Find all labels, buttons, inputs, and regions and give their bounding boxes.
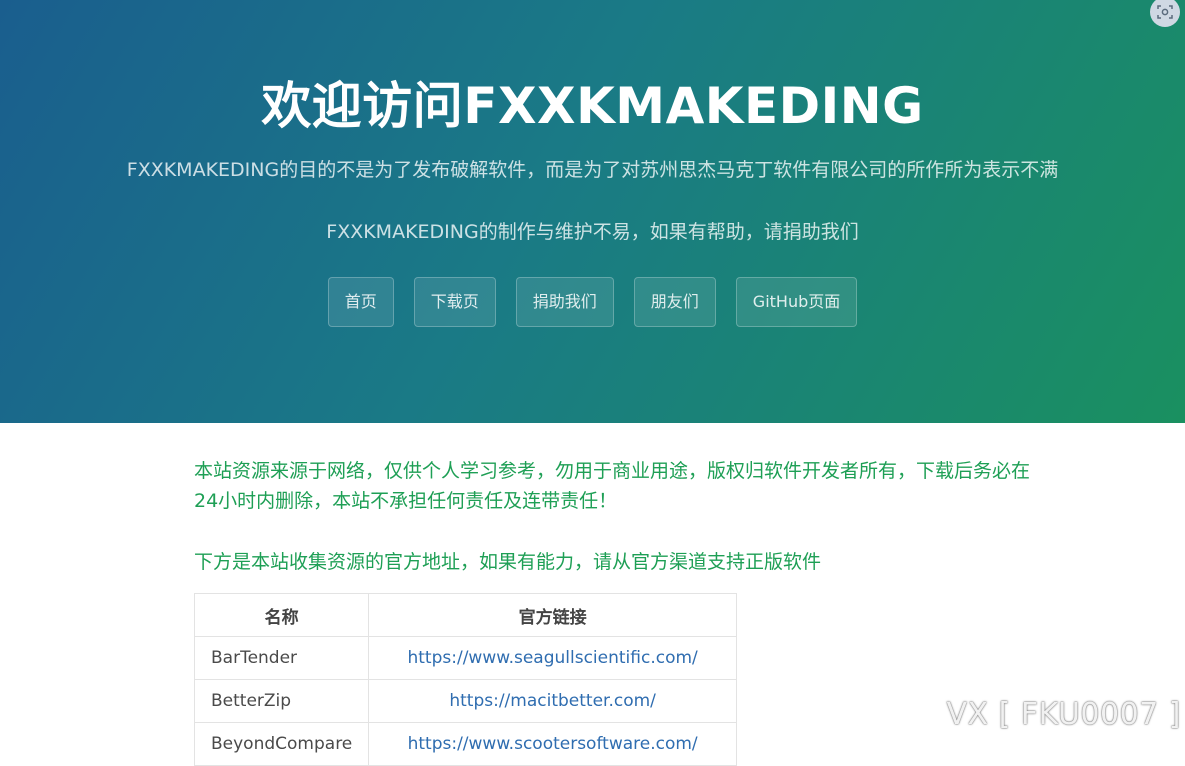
watermark: VX [ FKU0007 ]	[946, 697, 1181, 732]
table-row: BetterZip https://macitbetter.com/	[193, 679, 737, 723]
software-name: BeyondCompare	[193, 722, 370, 766]
nav-github-button[interactable]: GitHub页面	[735, 277, 858, 327]
hero-subtitle-donate: FXXKMAKEDING的制作与维护不易，如果有帮助，请捐助我们	[326, 221, 859, 243]
screenshot-icon[interactable]	[1150, 0, 1180, 27]
screenshot-glyph-icon	[1157, 5, 1173, 19]
official-source-text: 下方是本站收集资源的官方地址，如果有能力，请从官方渠道支持正版软件	[194, 551, 822, 573]
table-header-row: 名称 官方链接	[193, 593, 737, 637]
official-link[interactable]: https://www.scootersoftware.com/	[408, 734, 698, 754]
nav-download-button[interactable]: 下载页	[413, 277, 496, 327]
table-row: BeyondCompare https://www.scootersoftwar…	[193, 722, 737, 766]
software-table: 名称 官方链接 BarTender https://www.seagullsci…	[193, 593, 737, 766]
page-title: 欢迎访问FXXKMAKEDING	[261, 77, 924, 135]
table-row: BarTender https://www.seagullscientific.…	[193, 636, 737, 680]
official-link[interactable]: https://www.seagullscientific.com/	[407, 648, 697, 668]
nav-friends-button[interactable]: 朋友们	[633, 277, 716, 327]
column-header-name: 名称	[193, 593, 370, 637]
nav-donate-button[interactable]: 捐助我们	[515, 277, 614, 327]
nav-home-button[interactable]: 首页	[327, 277, 394, 327]
main-nav: 首页 下载页 捐助我们 朋友们 GitHub页面	[0, 277, 1185, 327]
official-link[interactable]: https://macitbetter.com/	[449, 691, 656, 711]
disclaimer-text: 本站资源来源于网络，仅供个人学习参考，勿用于商业用途，版权归软件开发者所有，下载…	[194, 460, 1031, 512]
software-name: BetterZip	[193, 679, 370, 723]
hero-subtitle-purpose: FXXKMAKEDING的目的不是为了发布破解软件，而是为了对苏州思杰马克丁软件…	[126, 159, 1059, 181]
hero-banner: 欢迎访问FXXKMAKEDING FXXKMAKEDING的目的不是为了发布破解…	[0, 0, 1185, 423]
software-name: BarTender	[193, 636, 370, 680]
column-header-link: 官方链接	[368, 593, 737, 637]
